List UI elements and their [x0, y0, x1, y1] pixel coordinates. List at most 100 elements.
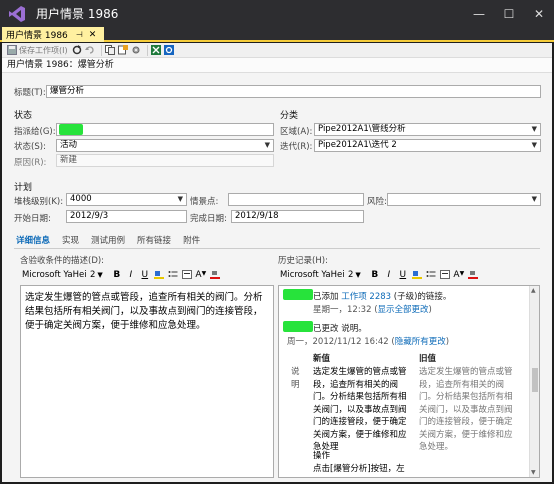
stack-rank-value: 4000 — [70, 194, 92, 204]
maximize-button[interactable]: ☐ — [494, 0, 524, 27]
start-date-label: 开始日期: — [14, 214, 51, 224]
font-size-select[interactable]: 2 — [348, 270, 353, 280]
story-points-field[interactable] — [228, 193, 364, 206]
save-work-item-button[interactable]: 保存工作项(I) — [6, 45, 68, 56]
description-editor[interactable]: 选定发生爆管的管点或管段，追查所有相关的阀门。分析结果包括所有相关阀门，以及事故… — [20, 285, 274, 478]
underline-button[interactable]: U — [397, 270, 409, 280]
document-tab-strip: 用户情景 1986 ⊣ ✕ — [0, 27, 554, 42]
planning-section-title: 计划 — [14, 183, 33, 193]
chevron-down-icon: ▼ — [531, 195, 537, 203]
font-size-select[interactable]: 2 — [90, 270, 95, 280]
detail-tabs: 详细信息 实现 测试用例 所有链接 附件 — [16, 234, 212, 246]
link-settings-icon[interactable] — [131, 45, 142, 56]
underline-button[interactable]: U — [139, 270, 151, 280]
minimize-button[interactable]: — — [464, 0, 494, 27]
area-dropdown[interactable]: Pipe2012A1\管线分析 ▼ — [314, 123, 541, 136]
bullet-list-icon[interactable] — [425, 270, 437, 279]
finish-date-field[interactable]: 2012/9/18 — [231, 210, 364, 223]
reason-label: 原因(R): — [14, 158, 47, 168]
close-tab-icon[interactable]: ✕ — [89, 30, 97, 40]
numbered-list-icon[interactable] — [439, 270, 451, 279]
work-item-link[interactable]: 工作项 2283 — [341, 292, 391, 302]
history-entry-1-text: 已添加 — [313, 292, 342, 302]
undo-icon[interactable] — [85, 45, 96, 56]
history-entry-2-text: 已更改 说明。 — [313, 324, 367, 334]
font-color-icon[interactable]: A ▼ — [453, 270, 465, 280]
work-item-form: 保存工作项(I) 用户情景 1986：爆管分析 标题(T): 爆管分析 状态 分… — [2, 43, 552, 482]
title-field[interactable]: 爆管分析 — [46, 85, 541, 98]
refresh-icon[interactable] — [72, 45, 83, 56]
history-extra-line-2: 点击[爆管分析]按钮，左 — [313, 464, 405, 474]
copy-template-icon[interactable] — [105, 45, 116, 56]
chevron-down-icon: ▼ — [355, 270, 361, 279]
reason-field: 新建 — [56, 154, 274, 167]
new-linked-item-icon[interactable] — [118, 45, 129, 56]
tab-details[interactable]: 详细信息 — [16, 234, 50, 246]
close-window-button[interactable]: ✕ — [524, 0, 554, 27]
risk-label: 风险: — [367, 197, 387, 207]
scroll-down-icon[interactable]: ▼ — [531, 469, 536, 476]
paint-icon[interactable] — [467, 270, 479, 279]
iteration-dropdown[interactable]: Pipe2012A1\迭代 2 ▼ — [314, 139, 541, 152]
window-titlebar: 用户情景 1986 — ☐ ✕ — [0, 0, 554, 27]
area-value: Pipe2012A1\管线分析 — [318, 124, 406, 134]
history-old-value: 选定发生爆管的管点或管段，追查所有相关的阀门。分析结果包括所有相关阀门，以及事故… — [419, 367, 513, 452]
save-label: 保存工作项(I) — [19, 45, 68, 55]
stack-rank-label: 堆栈级别(K): — [14, 197, 64, 207]
start-date-field[interactable]: 2012/9/3 — [66, 210, 187, 223]
history-entry-1: 已添加 工作项 2283 (子级)的链接。 — [313, 290, 451, 302]
font-color-icon[interactable]: A ▼ — [195, 270, 207, 280]
new-value-header: 新值 — [313, 354, 331, 364]
story-points-label: 情景点: — [190, 197, 219, 207]
font-family-select[interactable]: Microsoft YaHei l — [280, 270, 344, 280]
area-label: 区域(A): — [280, 127, 313, 137]
bullet-list-icon[interactable] — [167, 270, 179, 279]
numbered-list-icon[interactable] — [181, 270, 193, 279]
excel-icon[interactable] — [151, 45, 162, 56]
pin-icon[interactable]: ⊣ — [76, 30, 83, 39]
toolbar-separator — [146, 44, 148, 56]
tab-implementation[interactable]: 实现 — [62, 234, 79, 246]
document-tab[interactable]: 用户情景 1986 ⊣ ✕ — [2, 27, 104, 42]
tab-divider — [14, 248, 540, 249]
paint-icon[interactable] — [209, 270, 221, 279]
history-scrollbar[interactable]: ▲ ▼ — [529, 286, 539, 477]
scroll-up-icon[interactable]: ▲ — [531, 287, 536, 294]
assigned-to-field[interactable] — [56, 123, 274, 136]
redacted-user-name — [283, 321, 313, 332]
iteration-label: 迭代(R): — [280, 142, 313, 152]
history-label: 历史记录(H): — [278, 256, 328, 266]
save-icon — [6, 45, 17, 56]
history-entry-2-date-text: 周一，2012/11/12 16:42 ( — [287, 337, 395, 347]
history-new-value: 选定发生爆管的管点或管段，追查所有相关的阀门。分析结果包括所有相关阀门，以及事故… — [313, 367, 407, 452]
stack-rank-field[interactable]: 4000 ▼ — [66, 193, 187, 206]
old-value-header: 旧值 — [419, 354, 437, 364]
chevron-down-icon: ▼ — [177, 195, 183, 203]
description-editor-toolbar: Microsoft YaHei l 2 ▼ B I U A ▼ — [22, 267, 272, 282]
bold-button[interactable]: B — [369, 270, 381, 280]
highlight-icon[interactable] — [153, 270, 165, 279]
italic-button[interactable]: I — [383, 270, 395, 280]
italic-button[interactable]: I — [125, 270, 137, 280]
show-all-changes-link[interactable]: 显示全部更改 — [378, 305, 429, 315]
history-entry-2-date-close: ) — [445, 337, 450, 347]
chevron-down-icon: ▼ — [531, 141, 537, 149]
tab-attachments[interactable]: 附件 — [183, 234, 200, 246]
font-family-select[interactable]: Microsoft YaHei l — [22, 270, 86, 280]
tab-test-cases[interactable]: 测试用例 — [91, 234, 125, 246]
toolbar-separator — [100, 44, 102, 56]
state-dropdown[interactable]: 活动 ▼ — [56, 139, 274, 152]
iteration-value: Pipe2012A1\迭代 2 — [318, 140, 397, 150]
document-tab-label: 用户情景 1986 — [6, 31, 68, 41]
state-value: 活动 — [60, 140, 78, 150]
outlook-icon[interactable] — [164, 45, 175, 56]
risk-dropdown[interactable]: ▼ — [387, 193, 541, 206]
history-panel[interactable]: 已添加 工作项 2283 (子级)的链接。 星期一，12:32 (显示全部更改)… — [278, 285, 540, 478]
highlight-icon[interactable] — [411, 270, 423, 279]
tab-all-links[interactable]: 所有链接 — [137, 234, 171, 246]
classification-section-title: 分类 — [280, 111, 299, 121]
history-editor-toolbar: Microsoft YaHei l 2 ▼ B I U A ▼ — [280, 267, 540, 282]
hide-all-changes-link[interactable]: 隐藏所有更改 — [395, 337, 446, 347]
scrollbar-thumb[interactable] — [532, 368, 538, 392]
bold-button[interactable]: B — [111, 270, 123, 280]
